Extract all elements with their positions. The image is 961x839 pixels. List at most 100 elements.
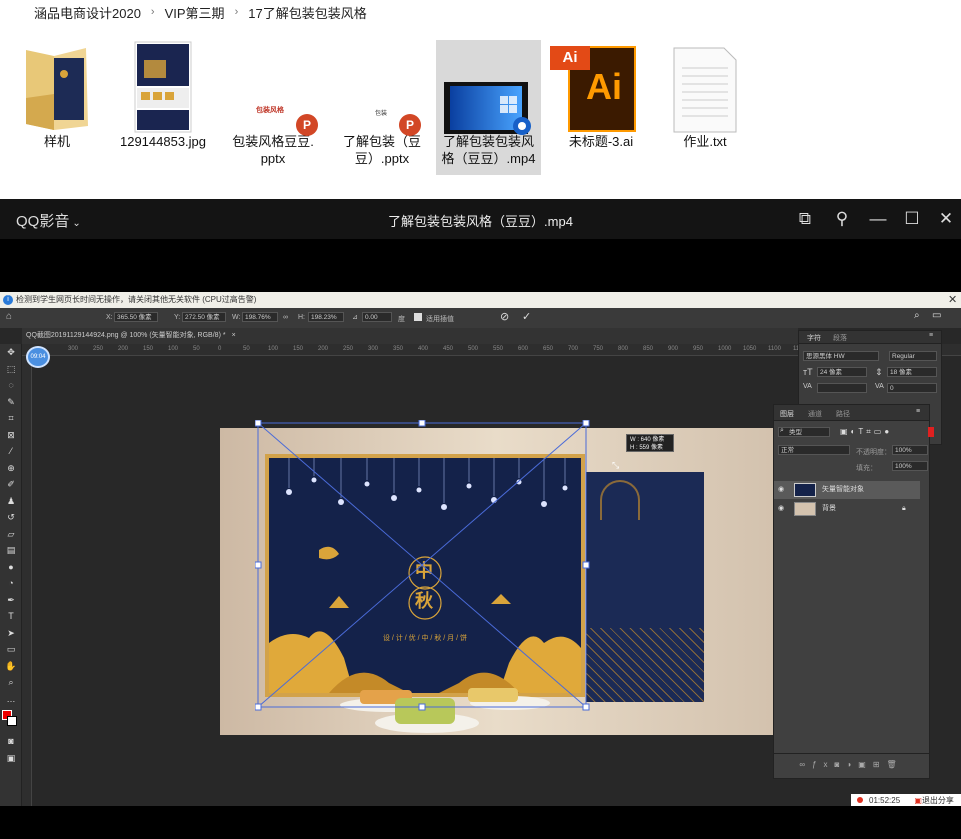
eye-icon[interactable]: ◉ <box>778 481 784 499</box>
file-item-ai[interactable]: Ai Ai 未标题-3.ai <box>546 38 656 150</box>
quick-mask-icon[interactable]: ◙ <box>0 733 22 750</box>
shape-tool-icon[interactable]: ▭ <box>0 641 22 658</box>
close-icon[interactable]: × <box>232 332 236 339</box>
fill-input[interactable]: 100% <box>892 461 928 471</box>
breadcrumb-item[interactable]: VIP第三期 <box>165 3 225 22</box>
w-input[interactable]: 198.76% <box>242 312 278 322</box>
tab-layers[interactable]: 图层 <box>780 409 794 419</box>
healing-brush-icon[interactable]: ⊕ <box>0 460 22 477</box>
bag-handle <box>600 480 640 520</box>
file-item-txt[interactable]: 作业.txt <box>650 38 760 150</box>
screen-mode-icon[interactable]: ▣ <box>0 750 22 767</box>
angle-input[interactable]: 0.00 <box>362 312 392 322</box>
tab-channels[interactable]: 通道 <box>808 409 822 419</box>
tab-paragraph[interactable]: 段落 <box>833 333 847 343</box>
dodge-tool-icon[interactable]: ◔ <box>0 575 22 592</box>
kerning-input[interactable] <box>817 383 867 393</box>
h-input[interactable]: 198.23% <box>308 312 344 322</box>
stop-share-icon[interactable]: ▣ <box>914 796 922 805</box>
eraser-icon[interactable]: ▱ <box>0 526 22 543</box>
tracking-input[interactable]: 0 <box>887 383 937 393</box>
filter-toggle[interactable] <box>928 427 934 437</box>
breadcrumb-item[interactable]: 涵品电商设计2020 <box>34 3 141 22</box>
font-family-select[interactable]: 思源黑体 HW <box>803 351 879 361</box>
panel-menu-icon[interactable]: ≡ <box>916 408 920 415</box>
layer-row[interactable]: ◉ 矢量智能对象 <box>774 481 920 499</box>
link-icon[interactable]: ∞ <box>283 314 288 321</box>
more-tools-icon[interactable]: … <box>0 691 22 708</box>
frame-tool-icon[interactable]: ⊠ <box>0 427 22 444</box>
marquee-tool-icon[interactable]: ⬚ <box>0 361 22 378</box>
folder-icon <box>2 38 112 136</box>
close-icon[interactable]: ✕ <box>935 208 957 230</box>
commit-transform-icon[interactable]: ✓ <box>522 310 531 323</box>
file-item-pptx[interactable]: 包装风格 P 包装风格豆豆. pptx <box>218 38 328 167</box>
filter-icons[interactable]: ▣◐T⌗▭● <box>840 427 892 437</box>
cancel-transform-icon[interactable]: ⊘ <box>500 310 509 323</box>
search-icon: ⌕ <box>780 427 784 434</box>
lasso-tool-icon[interactable]: ◌ <box>0 377 22 394</box>
eye-icon[interactable]: ◉ <box>778 500 784 518</box>
font-size-input[interactable]: 24 像素 <box>817 367 867 377</box>
pptx-file-icon: 包装 P <box>327 38 437 136</box>
y-input[interactable]: 272.50 像素 <box>182 312 226 322</box>
path-select-icon[interactable]: ➤ <box>0 625 22 642</box>
transform-box[interactable] <box>255 420 591 712</box>
zoom-tool-icon[interactable]: ⌕ <box>0 674 22 691</box>
document-tab[interactable]: QQ截图20191129144924.png @ 100% (矢量智能对象, R… <box>22 328 798 344</box>
layer-actions[interactable]: ∞ƒx◙◑▣⊞🗑︎ <box>774 753 929 777</box>
close-icon[interactable]: ✕ <box>948 292 957 308</box>
hand-tool-icon[interactable]: ✋ <box>0 658 22 675</box>
font-style-select[interactable]: Regular <box>889 351 937 361</box>
panel-menu-icon[interactable]: ≡ <box>929 332 933 339</box>
type-tool-icon[interactable]: T <box>0 608 22 625</box>
ruler-tick-label: 200 <box>118 346 129 352</box>
interp-checkbox[interactable] <box>414 313 422 321</box>
lock-icon: 🔒︎ <box>902 505 906 512</box>
ruler-tick-label: 1050 <box>743 346 757 352</box>
layer-thumbnail <box>794 502 816 516</box>
smart-object-thumbnail <box>794 483 816 497</box>
home-icon[interactable]: ⌂ <box>6 311 12 322</box>
file-item-mp4[interactable]: 了解包装包装风 格（豆豆）.mp4 <box>436 40 541 175</box>
x-input[interactable]: 365.50 像素 <box>114 312 158 322</box>
player-control-bar <box>0 806 961 839</box>
screenshot-icon[interactable]: ⧉ <box>794 208 816 230</box>
ruler-tick-label: 550 <box>493 346 504 352</box>
layer-filter-select[interactable]: 类型 <box>778 427 830 437</box>
tools-panel: ✥ ⬚ ◌ ✎ ⌗ ⊠ ⁄ ⊕ ✐ ♟ ↺ ▱ ▤ ● ◔ ✒ T ➤ ▭ ✋ … <box>0 344 22 806</box>
history-brush-icon[interactable]: ↺ <box>0 509 22 526</box>
breadcrumb-item[interactable]: 17了解包装包装风格 <box>248 3 366 22</box>
file-item-jpg[interactable]: 129144853.jpg <box>108 38 218 150</box>
pen-tool-icon[interactable]: ✒ <box>0 592 22 609</box>
color-swatch-icon[interactable] <box>0 707 22 733</box>
maximize-icon[interactable]: ☐ <box>901 208 923 230</box>
ruler-tick-label: 700 <box>568 346 579 352</box>
stop-share-button[interactable]: 退出分享 <box>922 796 954 805</box>
ruler-tick-label: 500 <box>468 346 479 352</box>
minimize-icon[interactable]: — <box>867 208 889 230</box>
file-item-folder[interactable]: 样机 <box>2 38 112 150</box>
opacity-input[interactable]: 100% <box>892 445 928 455</box>
quick-select-icon[interactable]: ✎ <box>0 394 22 411</box>
layer-row[interactable]: ◉ 背景 🔒︎ <box>774 500 920 518</box>
search-icon[interactable]: ⌕ <box>914 310 920 321</box>
brush-tool-icon[interactable]: ✐ <box>0 476 22 493</box>
crop-tool-icon[interactable]: ⌗ <box>0 410 22 427</box>
blur-tool-icon[interactable]: ● <box>0 559 22 576</box>
leading-input[interactable]: 18 像素 <box>887 367 937 377</box>
ruler-tick-label: 800 <box>618 346 629 352</box>
tab-paths[interactable]: 路径 <box>836 409 850 419</box>
move-tool-icon[interactable]: ✥ <box>0 344 22 361</box>
eyedropper-icon[interactable]: ⁄ <box>0 443 22 460</box>
ai-badge: Ai <box>550 46 590 70</box>
gradient-tool-icon[interactable]: ▤ <box>0 542 22 559</box>
file-item-pptx[interactable]: 包装 P 了解包装（豆 豆）.pptx <box>327 38 437 167</box>
workspace-icon[interactable]: ▭ <box>932 310 941 321</box>
breadcrumb: 涵品电商设计2020 › VIP第三期 › 17了解包装包装风格 <box>0 0 961 24</box>
ruler-tick-label: 350 <box>393 346 404 352</box>
stamp-tool-icon[interactable]: ♟ <box>0 493 22 510</box>
tab-character[interactable]: 字符 <box>807 333 821 343</box>
pin-icon[interactable]: ⚲ <box>831 208 853 230</box>
blend-mode-select[interactable]: 正常 <box>778 445 850 455</box>
